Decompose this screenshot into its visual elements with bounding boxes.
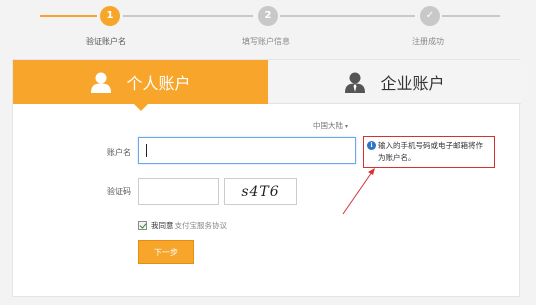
agree-checkbox[interactable] [138, 221, 147, 230]
info-icon: i [367, 141, 376, 150]
tab-personal-account[interactable]: 个人账户 [13, 60, 268, 104]
agree-text: 我同意 [151, 221, 174, 230]
verification-code-label: 验证码 [107, 187, 131, 196]
region-selector[interactable]: 中国大陆 ▾ [313, 120, 348, 131]
next-step-button[interactable]: 下一步 [138, 240, 194, 264]
tooltip-text: 输入的手机号码或电子邮箱将作为账户名。 [378, 141, 483, 162]
verification-code-input[interactable] [138, 178, 219, 205]
captcha-image[interactable]: s4T6 [224, 178, 297, 205]
step-2-label: 填写账户信息 [242, 37, 290, 46]
business-person-icon [345, 72, 366, 93]
step-2-circle: 2 [258, 6, 278, 26]
step-3-check-icon: ✓ [420, 6, 440, 26]
step-1-circle: 1 [100, 6, 120, 26]
tab-enterprise-account[interactable]: 企业账户 [268, 60, 521, 104]
progress-steps: 1 2 ✓ 验证账户名 填写账户信息 注册成功 [0, 0, 536, 55]
account-hint-tooltip: i 输入的手机号码或电子邮箱将作为账户名。 [363, 136, 495, 168]
progress-line-pending [123, 15, 253, 17]
tab-personal-label: 个人账户 [126, 74, 191, 93]
step-3-label: 注册成功 [412, 37, 444, 46]
step-1-label: 验证账户名 [86, 37, 126, 46]
progress-line-pending [280, 15, 415, 17]
text-cursor [146, 144, 147, 157]
region-label: 中国大陆 [313, 121, 343, 130]
tab-active-caret [134, 104, 148, 111]
tab-enterprise-label: 企业账户 [380, 73, 445, 93]
account-name-input[interactable] [138, 137, 356, 164]
agreement-row: 我同意 支付宝服务协议 [138, 220, 227, 231]
service-agreement-link[interactable]: 支付宝服务协议 [175, 220, 228, 231]
account-name-label: 账户名 [107, 148, 131, 157]
person-icon [91, 72, 112, 93]
progress-line-done [40, 15, 97, 17]
registration-panel: 个人账户 企业账户 中国大陆 ▾ 账户名 验证码 s4T6 我同意 支付宝服务协议… [12, 59, 521, 297]
chevron-down-icon: ▾ [345, 123, 349, 130]
progress-line-pending [442, 15, 500, 17]
